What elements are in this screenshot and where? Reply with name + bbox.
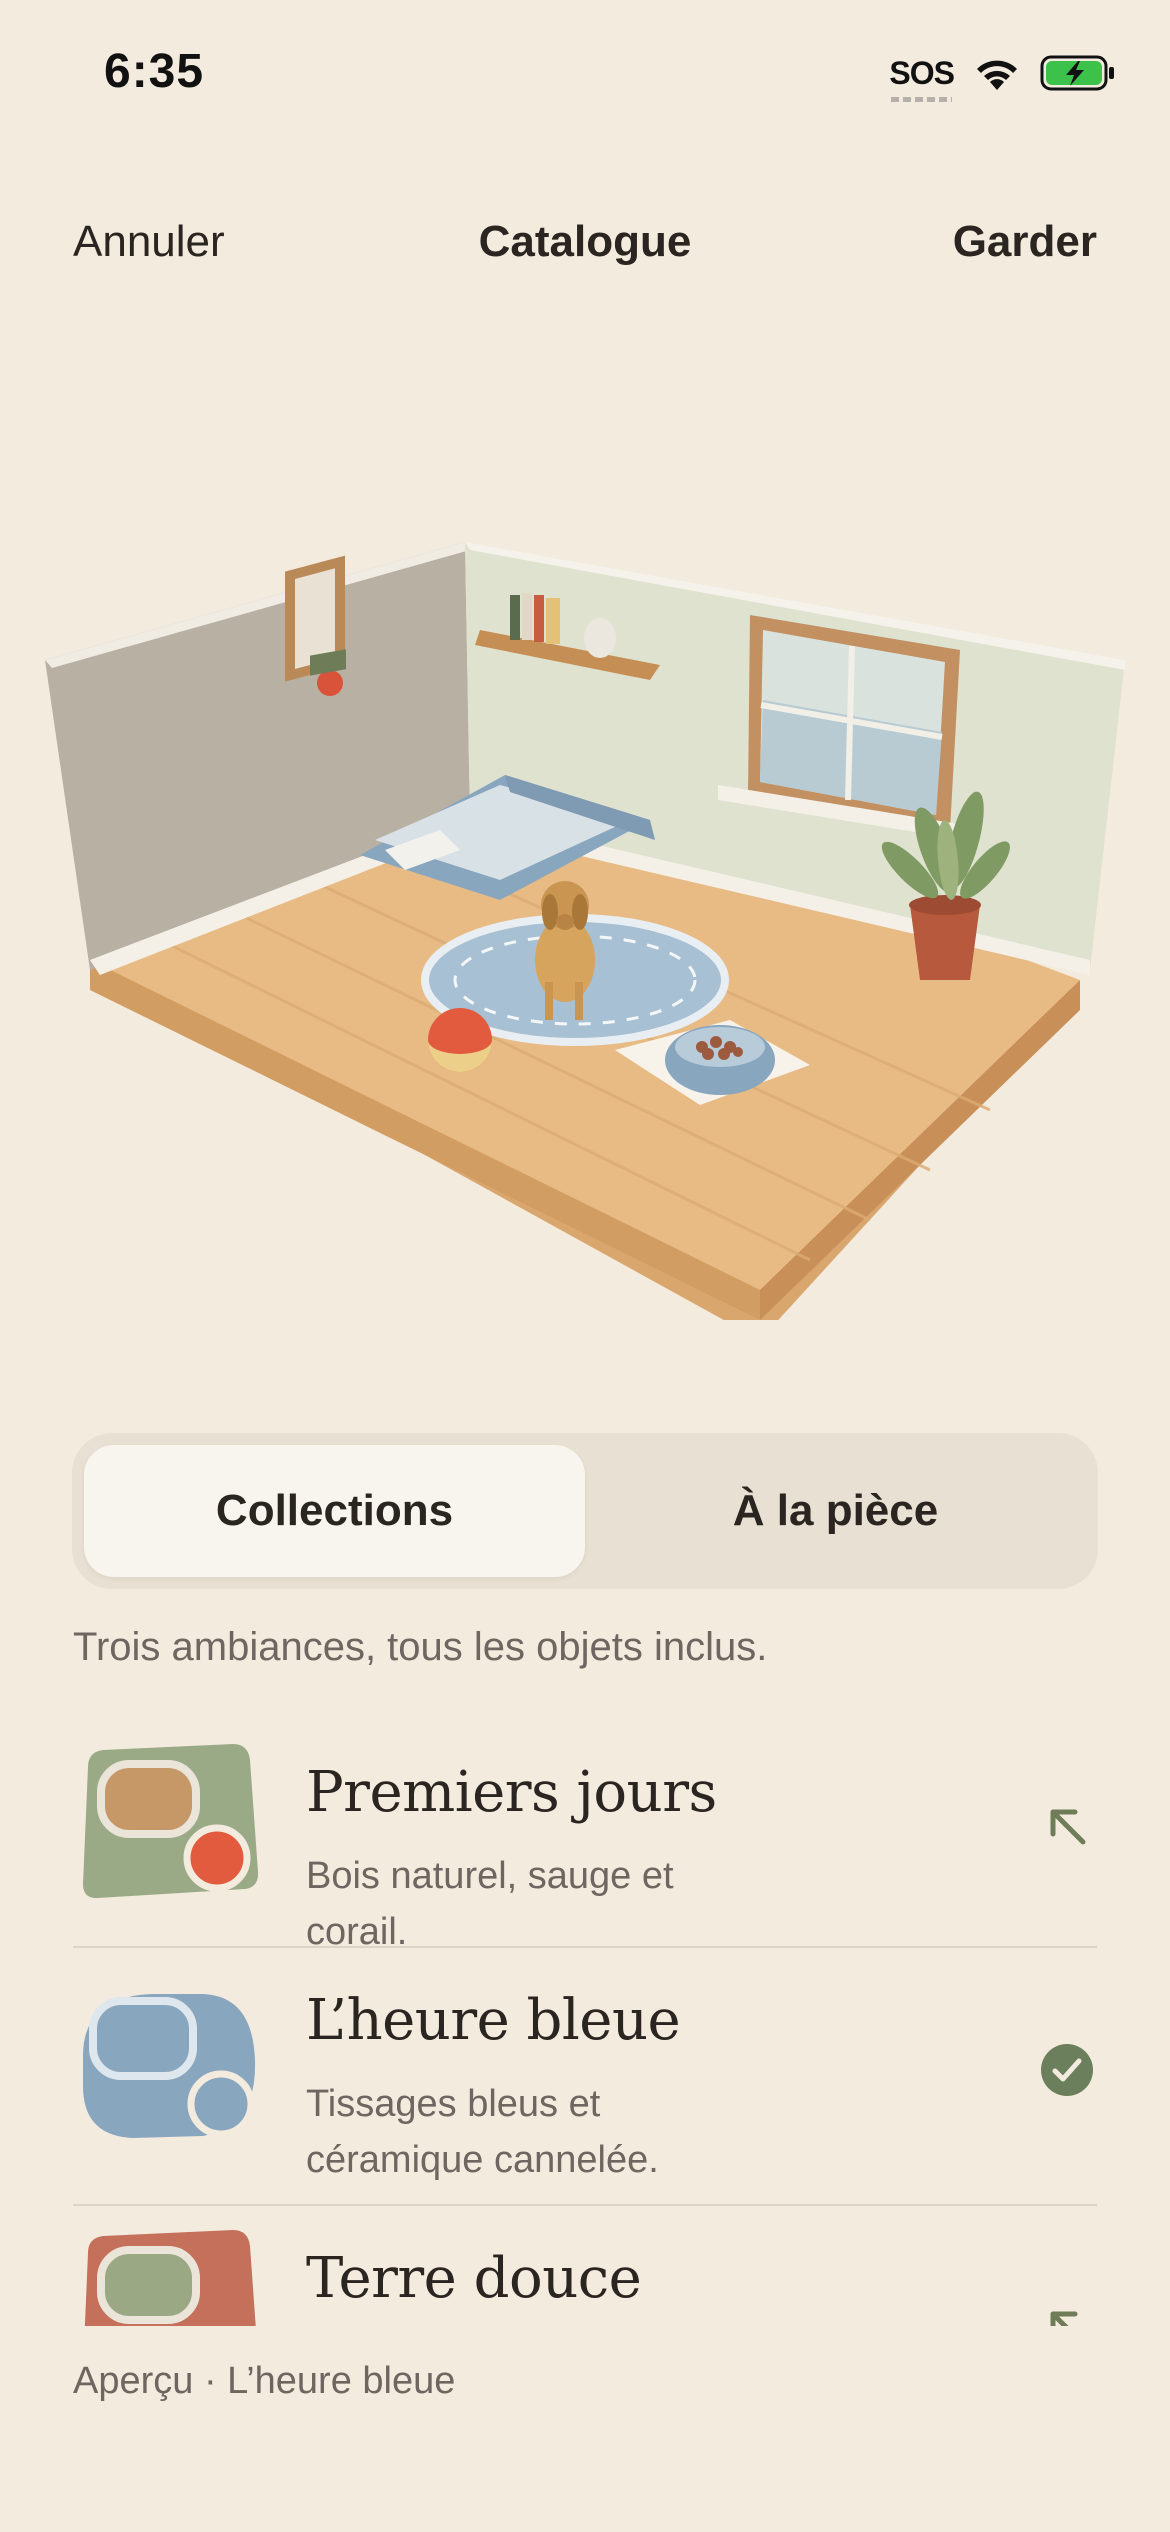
room-preview-illustration[interactable] — [30, 520, 1140, 1320]
segment-collections[interactable]: Collections — [84, 1445, 585, 1577]
section-subtitle: Trois ambiances, tous les objets inclus. — [73, 1625, 768, 1669]
segment-a-la-piece[interactable]: À la pièce — [585, 1445, 1086, 1577]
collections-list: Premiers jours Bois naturel, sauge et co… — [73, 1720, 1097, 2326]
collection-title: Premiers jours — [306, 1760, 717, 1825]
collection-description: Bois naturel, sauge et corail. — [306, 1855, 674, 1953]
sos-indicator: SOS — [889, 54, 955, 102]
collection-thumbnail — [83, 1994, 256, 2138]
battery-charging-icon — [1040, 55, 1114, 91]
navigation-bar: Annuler Catalogue Garder — [0, 205, 1170, 285]
collection-row-heure-bleue[interactable]: L’heure bleue Tissages bleus et céramiqu… — [73, 1948, 1097, 2206]
collection-thumbnail — [84, 2230, 256, 2326]
collection-description: Tissages bleus et céramique cannelée. — [306, 2083, 659, 2181]
preview-caption: Aperçu · L’heure bleue — [73, 2360, 456, 2402]
collection-row-premiers-jours[interactable]: Premiers jours Bois naturel, sauge et co… — [73, 1720, 1097, 1953]
collection-title: Terre douce — [306, 2246, 642, 2311]
status-icons: SOS — [889, 50, 1116, 102]
collection-thumbnail — [83, 1744, 259, 1899]
view-segmented-control: Collections À la pièce — [72, 1433, 1098, 1589]
keep-button[interactable]: Garder — [953, 217, 1097, 267]
collection-row-terre-douce[interactable]: Terre douce — [73, 2206, 1097, 2326]
status-time: 6:35 — [104, 45, 205, 98]
wifi-icon — [977, 60, 1017, 90]
arrow-up-left-icon[interactable] — [1037, 2298, 1097, 2326]
collection-title: L’heure bleue — [306, 1988, 681, 2053]
checkmark-circle-icon — [1041, 2044, 1093, 2096]
status-bar: 6:35 SOS — [0, 0, 1170, 140]
list-fade-overlay — [0, 2330, 1170, 2360]
catalogue-screen: 6:35 SOS Annuler Catalogue Garder Collec… — [0, 0, 1170, 2532]
arrow-up-left-icon[interactable] — [1037, 1796, 1097, 1856]
